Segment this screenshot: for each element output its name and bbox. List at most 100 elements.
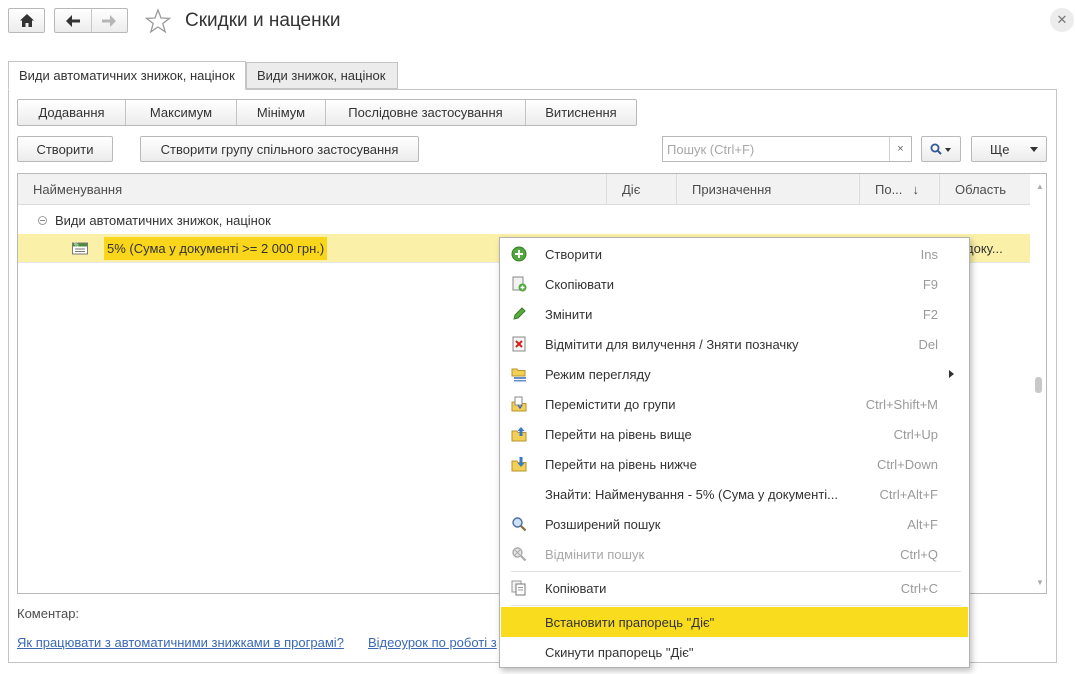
- scroll-down-icon[interactable]: ▼: [1036, 578, 1044, 587]
- page-title: Скидки и наценки: [185, 10, 341, 31]
- home-icon: [19, 14, 34, 27]
- menu-item-shortcut: Ctrl+C: [900, 580, 938, 596]
- menu-item-label: Режим перегляду: [545, 366, 651, 382]
- table-header: Найменування Діє Призначення По... ↓ Обл…: [18, 174, 1030, 205]
- svg-text:%: %: [74, 243, 79, 249]
- menu-item-shortcut: Ctrl+Down: [876, 456, 938, 472]
- search-options-button[interactable]: [921, 136, 961, 162]
- menu-item-view-mode[interactable]: Режим перегляду: [501, 359, 968, 389]
- more-button-label: Ще: [990, 141, 1010, 157]
- scrollbar-thumb[interactable]: [1035, 377, 1042, 393]
- add-icon: [511, 246, 527, 262]
- discount-item-icon: %: [72, 242, 88, 255]
- column-active[interactable]: Діє: [607, 174, 677, 204]
- tab-discounts[interactable]: Види знижок, націнок: [246, 62, 398, 89]
- menu-item-label: Перемістити до групи: [545, 396, 676, 412]
- menu-item-create[interactable]: Створити Ins: [501, 239, 968, 269]
- forward-button[interactable]: [92, 9, 128, 32]
- application-mode-buttons: Додавання Максимум Мінімум Послідовне за…: [17, 99, 637, 126]
- column-area[interactable]: Область: [940, 174, 1030, 204]
- context-menu: Створити Ins Скопіювати F9 Змінити F2 Ві…: [499, 237, 970, 668]
- column-name[interactable]: Найменування: [18, 174, 607, 204]
- menu-item-cancel-search: Відмінити пошук Ctrl+Q: [501, 539, 968, 569]
- menu-item-level-down[interactable]: Перейти на рівень нижче Ctrl+Down: [501, 449, 968, 479]
- menu-item-label: Розширений пошук: [545, 516, 661, 532]
- chevron-right-icon: [949, 370, 954, 378]
- column-purpose[interactable]: Призначення: [677, 174, 860, 204]
- segment-sequential[interactable]: Послідовне застосування: [326, 100, 526, 125]
- menu-item-label: Створити: [545, 246, 603, 262]
- menu-item-find[interactable]: Знайти: Найменування - 5% (Сума у докуме…: [501, 479, 968, 509]
- menu-item-set-active-flag[interactable]: Встановити прапорець "Діє": [501, 607, 968, 637]
- copy-icon: [511, 580, 526, 596]
- segment-displacement[interactable]: Витиснення: [526, 100, 636, 125]
- favorite-star-icon[interactable]: [144, 8, 172, 34]
- menu-separator: [511, 571, 961, 572]
- menu-item-advanced-search[interactable]: Розширений пошук Alt+F: [501, 509, 968, 539]
- cancel-search-icon: [512, 547, 527, 562]
- delete-mark-icon: [512, 336, 526, 352]
- clear-search-button[interactable]: ×: [889, 137, 911, 161]
- menu-item-label: Відмінити пошук: [545, 546, 645, 562]
- menu-item-shortcut: Ctrl+Q: [900, 546, 938, 562]
- menu-item-label: Скопіювати: [545, 276, 615, 292]
- help-link-automatic-discounts[interactable]: Як працювати з автоматичними знижками в …: [17, 635, 344, 650]
- close-icon[interactable]: ✕: [1050, 8, 1074, 32]
- home-button[interactable]: [8, 8, 45, 33]
- table-group-row[interactable]: Види автоматичних знижок, націнок: [18, 206, 1030, 234]
- menu-item-copy-item[interactable]: Скопіювати F9: [501, 269, 968, 299]
- menu-item-label: Перейти на рівень вище: [545, 426, 692, 442]
- sort-down-icon: ↓: [912, 181, 920, 197]
- segment-maximum[interactable]: Максимум: [126, 100, 237, 125]
- menu-item-shortcut: Ctrl+Up: [893, 426, 938, 442]
- comment-label: Коментар:: [17, 606, 80, 621]
- copy-item-icon: [512, 276, 527, 292]
- menu-item-label: Встановити прапорець "Діє": [545, 614, 715, 630]
- scroll-up-icon[interactable]: ▲: [1036, 182, 1044, 191]
- group-label: Види автоматичних знижок, націнок: [55, 212, 271, 228]
- search-field: ×: [662, 136, 912, 162]
- row-name: 5% (Сума у документі >= 2 000 грн.): [104, 237, 328, 260]
- navigation-buttons: [54, 8, 128, 33]
- menu-item-label: Скинути прапорець "Діє": [545, 644, 694, 660]
- segment-minimum[interactable]: Мінімум: [237, 100, 326, 125]
- menu-item-level-up[interactable]: Перейти на рівень вище Ctrl+Up: [501, 419, 968, 449]
- move-to-group-icon: [511, 396, 527, 412]
- menu-item-shortcut: Ctrl+Alt+F: [879, 486, 938, 502]
- level-down-icon: [511, 457, 527, 472]
- menu-item-label: Відмітити для вилучення / Зняти позначку: [545, 336, 799, 352]
- menu-item-mark-deletion[interactable]: Відмітити для вилучення / Зняти позначку…: [501, 329, 968, 359]
- arrow-left-icon: [65, 14, 80, 27]
- menu-separator: [511, 605, 961, 606]
- create-button[interactable]: Створити: [17, 136, 113, 162]
- menu-item-reset-active-flag[interactable]: Скинути прапорець "Діє": [501, 637, 968, 667]
- create-group-button[interactable]: Створити групу спільного застосування: [140, 136, 419, 162]
- segment-addition[interactable]: Додавання: [18, 100, 126, 125]
- arrow-right-icon: [102, 14, 117, 27]
- column-order-label: По...: [875, 181, 903, 197]
- search-icon: [930, 143, 951, 155]
- menu-item-shortcut: F2: [922, 306, 938, 322]
- menu-item-copy[interactable]: Копіювати Ctrl+C: [501, 573, 968, 603]
- menu-item-shortcut: Alt+F: [907, 516, 938, 532]
- more-button[interactable]: Ще: [971, 136, 1047, 162]
- menu-item-label: Перейти на рівень нижче: [545, 456, 697, 472]
- menu-item-shortcut: Ctrl+Shift+M: [865, 396, 938, 412]
- view-mode-icon: [511, 368, 526, 382]
- tab-automatic-discounts[interactable]: Види автоматичних знижок, націнок: [8, 61, 246, 90]
- row-area: доку...: [966, 240, 1003, 256]
- menu-item-move-to-group[interactable]: Перемістити до групи Ctrl+Shift+M: [501, 389, 968, 419]
- menu-item-shortcut: Ins: [920, 246, 938, 262]
- chevron-down-icon: [1030, 147, 1038, 152]
- video-tutorial-link[interactable]: Відеоурок по роботі з: [368, 635, 497, 650]
- menu-item-label: Копіювати: [545, 580, 607, 596]
- back-button[interactable]: [55, 9, 92, 32]
- menu-item-shortcut: Del: [918, 336, 938, 352]
- search-input[interactable]: [663, 137, 889, 161]
- menu-item-edit[interactable]: Змінити F2: [501, 299, 968, 329]
- menu-item-shortcut: F9: [922, 276, 938, 292]
- column-order[interactable]: По... ↓: [860, 174, 940, 204]
- pencil-icon: [513, 307, 526, 320]
- collapse-icon[interactable]: [38, 215, 47, 225]
- level-up-icon: [511, 427, 527, 442]
